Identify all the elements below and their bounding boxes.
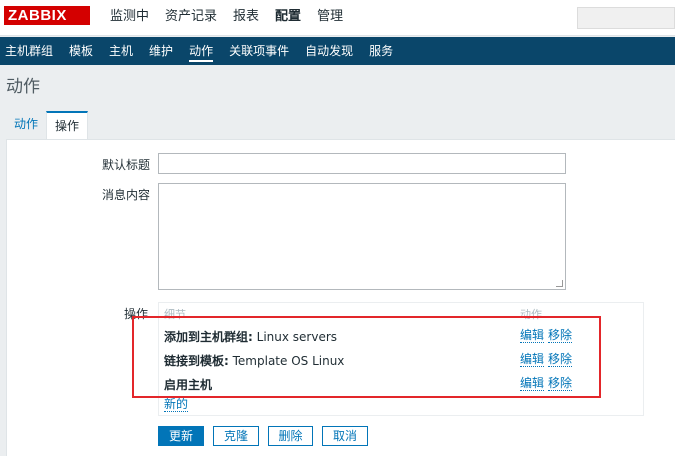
default-subject-input[interactable] — [158, 153, 566, 174]
tab-action[interactable]: 动作 — [6, 111, 46, 139]
operation-row-1: 添加到主机群组: Linux servers — [164, 328, 337, 345]
default-subject-label: 默认标题 — [101, 158, 150, 172]
clone-button[interactable]: 克隆 — [213, 426, 259, 446]
submenu-correlation[interactable]: 关联项事件 — [221, 37, 297, 65]
zabbix-logo[interactable]: ZABBIX — [4, 6, 90, 25]
remove-link[interactable]: 移除 — [548, 329, 573, 343]
operations-label: 操作 — [123, 307, 148, 321]
operation-type: 添加到主机群组: — [164, 330, 253, 344]
new-operation-link[interactable]: 新的 — [164, 398, 189, 412]
cancel-button[interactable]: 取消 — [322, 426, 368, 446]
main-menu: 监测中 资产记录 报表 配置 管理 — [102, 0, 351, 36]
resize-handle-icon[interactable] — [556, 280, 563, 287]
edit-link[interactable]: 编辑 — [520, 329, 545, 343]
column-header-action: 动作 — [520, 308, 542, 321]
menu-monitoring[interactable]: 监测中 — [102, 0, 157, 36]
message-textarea[interactable] — [158, 183, 566, 290]
submenu-hosts[interactable]: 主机 — [101, 37, 141, 65]
update-button[interactable]: 更新 — [158, 426, 204, 446]
submenu-host-groups[interactable]: 主机群组 — [0, 37, 61, 65]
submenu-discovery[interactable]: 自动发现 — [297, 37, 361, 65]
submenu-maintenance[interactable]: 维护 — [141, 37, 181, 65]
edit-link[interactable]: 编辑 — [520, 353, 545, 367]
operation-type: 链接到模板: — [164, 354, 229, 368]
tab-bar: 动作 操作 — [6, 111, 89, 140]
page-title: 动作 — [6, 77, 40, 97]
submenu-services[interactable]: 服务 — [361, 37, 401, 65]
operation-row-2: 链接到模板: Template OS Linux — [164, 352, 344, 369]
top-navigation-bar: ZABBIX 监测中 资产记录 报表 配置 管理 — [0, 0, 675, 36]
remove-link[interactable]: 移除 — [548, 353, 573, 367]
edit-link[interactable]: 编辑 — [520, 377, 545, 391]
menu-configuration[interactable]: 配置 — [267, 0, 309, 36]
column-header-details: 细节 — [164, 308, 186, 321]
delete-button[interactable]: 删除 — [268, 426, 313, 446]
message-label: 消息内容 — [101, 188, 150, 202]
operation-type: 启用主机 — [164, 378, 213, 392]
remove-link[interactable]: 移除 — [548, 377, 573, 391]
search-input[interactable] — [577, 7, 675, 29]
tab-operations[interactable]: 操作 — [46, 111, 89, 140]
sub-navigation-bar: 主机群组 模板 主机 维护 动作 关联项事件 自动发现 服务 — [0, 37, 675, 65]
operation-detail: Linux servers — [252, 330, 338, 344]
menu-administration[interactable]: 管理 — [309, 0, 351, 36]
submenu-actions[interactable]: 动作 — [181, 37, 221, 65]
operation-detail: Template OS Linux — [228, 354, 345, 368]
menu-inventory[interactable]: 资产记录 — [157, 0, 225, 36]
menu-reports[interactable]: 报表 — [225, 0, 267, 36]
operation-row-3: 启用主机 — [164, 376, 212, 393]
submenu-templates[interactable]: 模板 — [61, 37, 101, 65]
